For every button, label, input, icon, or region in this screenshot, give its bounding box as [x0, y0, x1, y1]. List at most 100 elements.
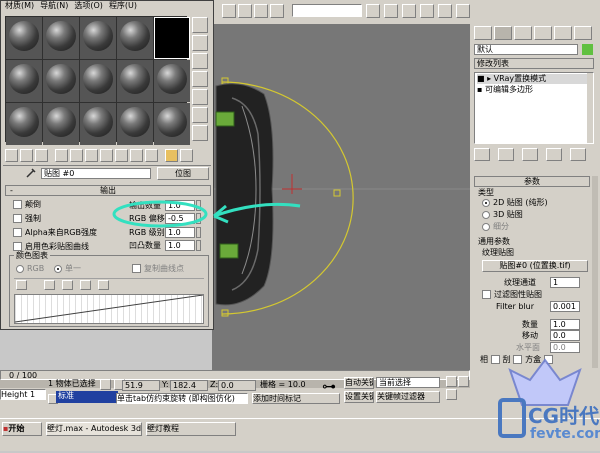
- maxscript-listener[interactable]: Height 1: [0, 389, 46, 400]
- move-point-icon[interactable]: [16, 280, 27, 290]
- panel-scrollbar[interactable]: [592, 176, 598, 368]
- make-preview-icon[interactable]: [192, 107, 208, 123]
- selection-set-dropdown[interactable]: 当前选择: [376, 377, 440, 388]
- z-coord-field[interactable]: 0.0: [218, 380, 256, 391]
- modify-tab-icon[interactable]: [494, 26, 512, 40]
- put-to-scene-icon[interactable]: [20, 149, 33, 162]
- map-name-field[interactable]: 贴图 #0: [41, 168, 151, 179]
- named-selection-dropdown[interactable]: [292, 4, 362, 17]
- type-3d-radio[interactable]: 3D 贴图: [482, 210, 523, 220]
- background-icon[interactable]: [192, 53, 208, 69]
- put-to-library-icon[interactable]: [100, 149, 113, 162]
- utilities-tab-icon[interactable]: [574, 26, 592, 40]
- delete-point-icon[interactable]: [80, 280, 91, 290]
- alpha-from-rgb-checkbox[interactable]: Alpha来自RGB强度: [13, 228, 97, 238]
- align-icon[interactable]: [384, 4, 398, 18]
- backlight-icon[interactable]: [192, 35, 208, 51]
- filter-texmap-checkbox[interactable]: 过滤图性贴图: [482, 290, 542, 300]
- menu-utilities[interactable]: 程序(U): [109, 1, 137, 14]
- copy-curve-points-checkbox[interactable]: 复制曲线点: [132, 264, 184, 274]
- go-to-parent-icon[interactable]: [165, 149, 178, 162]
- key-icon[interactable]: ⊶: [322, 380, 340, 394]
- invert-checkbox[interactable]: 颠倒: [13, 200, 41, 210]
- params-rollout-header[interactable]: 参数: [474, 176, 590, 187]
- go-forward-sibling-icon[interactable]: [180, 149, 193, 162]
- spinner-snap-icon[interactable]: [270, 4, 284, 18]
- pick-material-icon[interactable]: [25, 167, 37, 179]
- go-to-start-icon[interactable]: [446, 376, 457, 387]
- sample-slot[interactable]: [43, 103, 79, 145]
- sample-slot[interactable]: [117, 60, 153, 102]
- tex-channel-field[interactable]: 1: [550, 277, 580, 288]
- show-map-icon[interactable]: [130, 149, 143, 162]
- remove-modifier-icon[interactable]: [546, 148, 562, 161]
- percent-snap-icon[interactable]: [254, 4, 268, 18]
- color-map-curve-graph[interactable]: [14, 294, 204, 324]
- bump-amount-spinner[interactable]: [196, 240, 201, 251]
- sample-slot[interactable]: [117, 17, 153, 59]
- filter-blur-field[interactable]: 0.001: [550, 301, 580, 312]
- options-icon[interactable]: [192, 125, 208, 141]
- pin-stack-icon[interactable]: [474, 148, 490, 161]
- sample-slot[interactable]: [43, 17, 79, 59]
- magnet-icon[interactable]: [238, 4, 252, 18]
- add-point-icon[interactable]: [62, 280, 73, 290]
- menu-options[interactable]: 选项(O): [74, 1, 103, 14]
- sample-slot[interactable]: [80, 17, 116, 59]
- layer-icon[interactable]: [402, 4, 416, 18]
- texmap-button[interactable]: 贴图#0 (位置换.tif): [482, 260, 588, 272]
- set-key-button[interactable]: 设置关键帧: [344, 391, 374, 403]
- bump-amount-field[interactable]: 1.0: [165, 240, 195, 251]
- x-coord-field[interactable]: 51.9: [122, 380, 160, 391]
- reset-map-icon[interactable]: [55, 149, 68, 162]
- sample-slot[interactable]: [80, 103, 116, 145]
- material-id-icon[interactable]: [115, 149, 128, 162]
- taskbar-item-tutorial[interactable]: 壁灯教程: [146, 422, 236, 436]
- show-end-result-icon[interactable]: [145, 149, 158, 162]
- reset-curve-icon[interactable]: [98, 280, 109, 290]
- schematic-icon[interactable]: [438, 4, 452, 18]
- object-color-swatch[interactable]: [582, 44, 593, 55]
- video-color-check-icon[interactable]: [192, 89, 208, 105]
- menu-material[interactable]: 材质(M): [5, 1, 34, 14]
- assign-material-icon[interactable]: [35, 149, 48, 162]
- subdivide-radio[interactable]: 细分: [482, 222, 509, 232]
- scale-point-icon[interactable]: [44, 280, 55, 290]
- sample-slot[interactable]: [6, 103, 42, 145]
- object-name-field[interactable]: 默认: [474, 44, 578, 55]
- start-button[interactable]: ▪开始: [2, 422, 42, 436]
- hierarchy-tab-icon[interactable]: [514, 26, 532, 40]
- sample-slot[interactable]: [117, 103, 153, 145]
- mirror-icon[interactable]: [366, 4, 380, 18]
- auto-key-button[interactable]: 自动关键帧: [344, 377, 374, 389]
- y-coord-field[interactable]: 182.4: [170, 380, 208, 391]
- prev-frame-icon[interactable]: [458, 376, 469, 387]
- stack-item-vray-displace[interactable]: ■ ▸ VRay置换模式: [477, 74, 591, 84]
- get-material-icon[interactable]: [5, 149, 18, 162]
- type-2d-radio[interactable]: 2D 贴图 (纯形): [482, 198, 548, 208]
- amount-field[interactable]: 1.0: [550, 319, 580, 330]
- make-unique-icon[interactable]: [85, 149, 98, 162]
- rgb-radio[interactable]: RGB: [16, 264, 44, 274]
- modifier-list-dropdown[interactable]: 修改列表: [474, 58, 594, 69]
- taskbar-item-3dsmax[interactable]: 壁灯.max - Autodesk 3d...: [46, 422, 142, 436]
- motion-tab-icon[interactable]: [534, 26, 552, 40]
- add-time-tag-button[interactable]: 添加时间标记: [252, 393, 340, 404]
- clamp-checkbox[interactable]: 强制: [13, 214, 41, 224]
- configure-sets-icon[interactable]: [570, 148, 586, 161]
- display-tab-icon[interactable]: [554, 26, 572, 40]
- sample-slot[interactable]: [6, 17, 42, 59]
- stack-scrollbar[interactable]: [587, 73, 593, 143]
- key-mode-icon[interactable]: [446, 389, 457, 400]
- uv-tiling-icon[interactable]: [192, 71, 208, 87]
- mono-radio[interactable]: 单一: [54, 264, 81, 274]
- make-unique-icon[interactable]: [522, 148, 538, 161]
- sample-slot-active[interactable]: [154, 17, 190, 59]
- curve-editor-icon[interactable]: [420, 4, 434, 18]
- sample-slot[interactable]: [43, 60, 79, 102]
- sample-slot[interactable]: [154, 60, 190, 102]
- map-type-button[interactable]: 位图: [157, 167, 209, 180]
- stack-item-editable-poly[interactable]: ▪ 可编辑多边形: [477, 85, 591, 95]
- copy-material-icon[interactable]: [70, 149, 83, 162]
- sample-type-icon[interactable]: [192, 17, 208, 33]
